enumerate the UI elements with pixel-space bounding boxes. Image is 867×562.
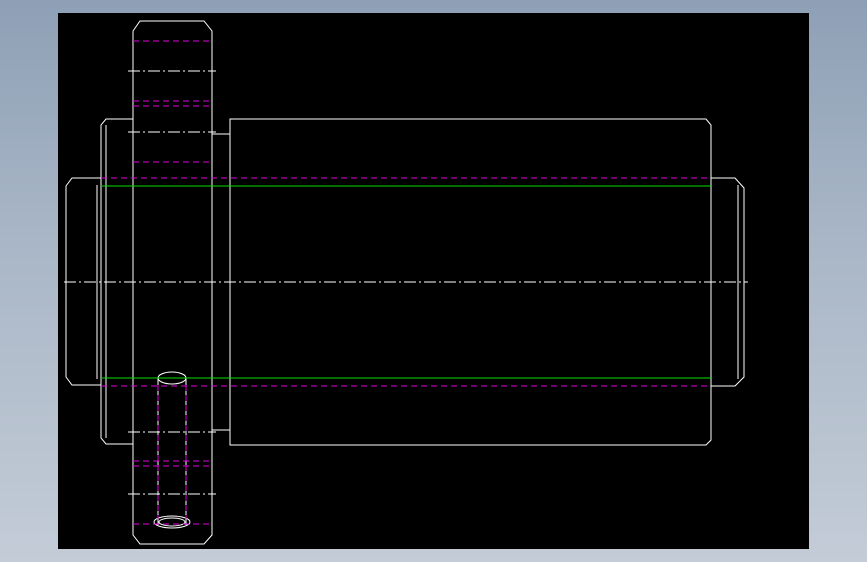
oil-hole-bottom-inner-ellipse — [158, 517, 186, 527]
center-lines — [64, 70, 748, 495]
cad-drawing — [64, 20, 748, 545]
drawing-viewport[interactable] — [58, 13, 809, 549]
